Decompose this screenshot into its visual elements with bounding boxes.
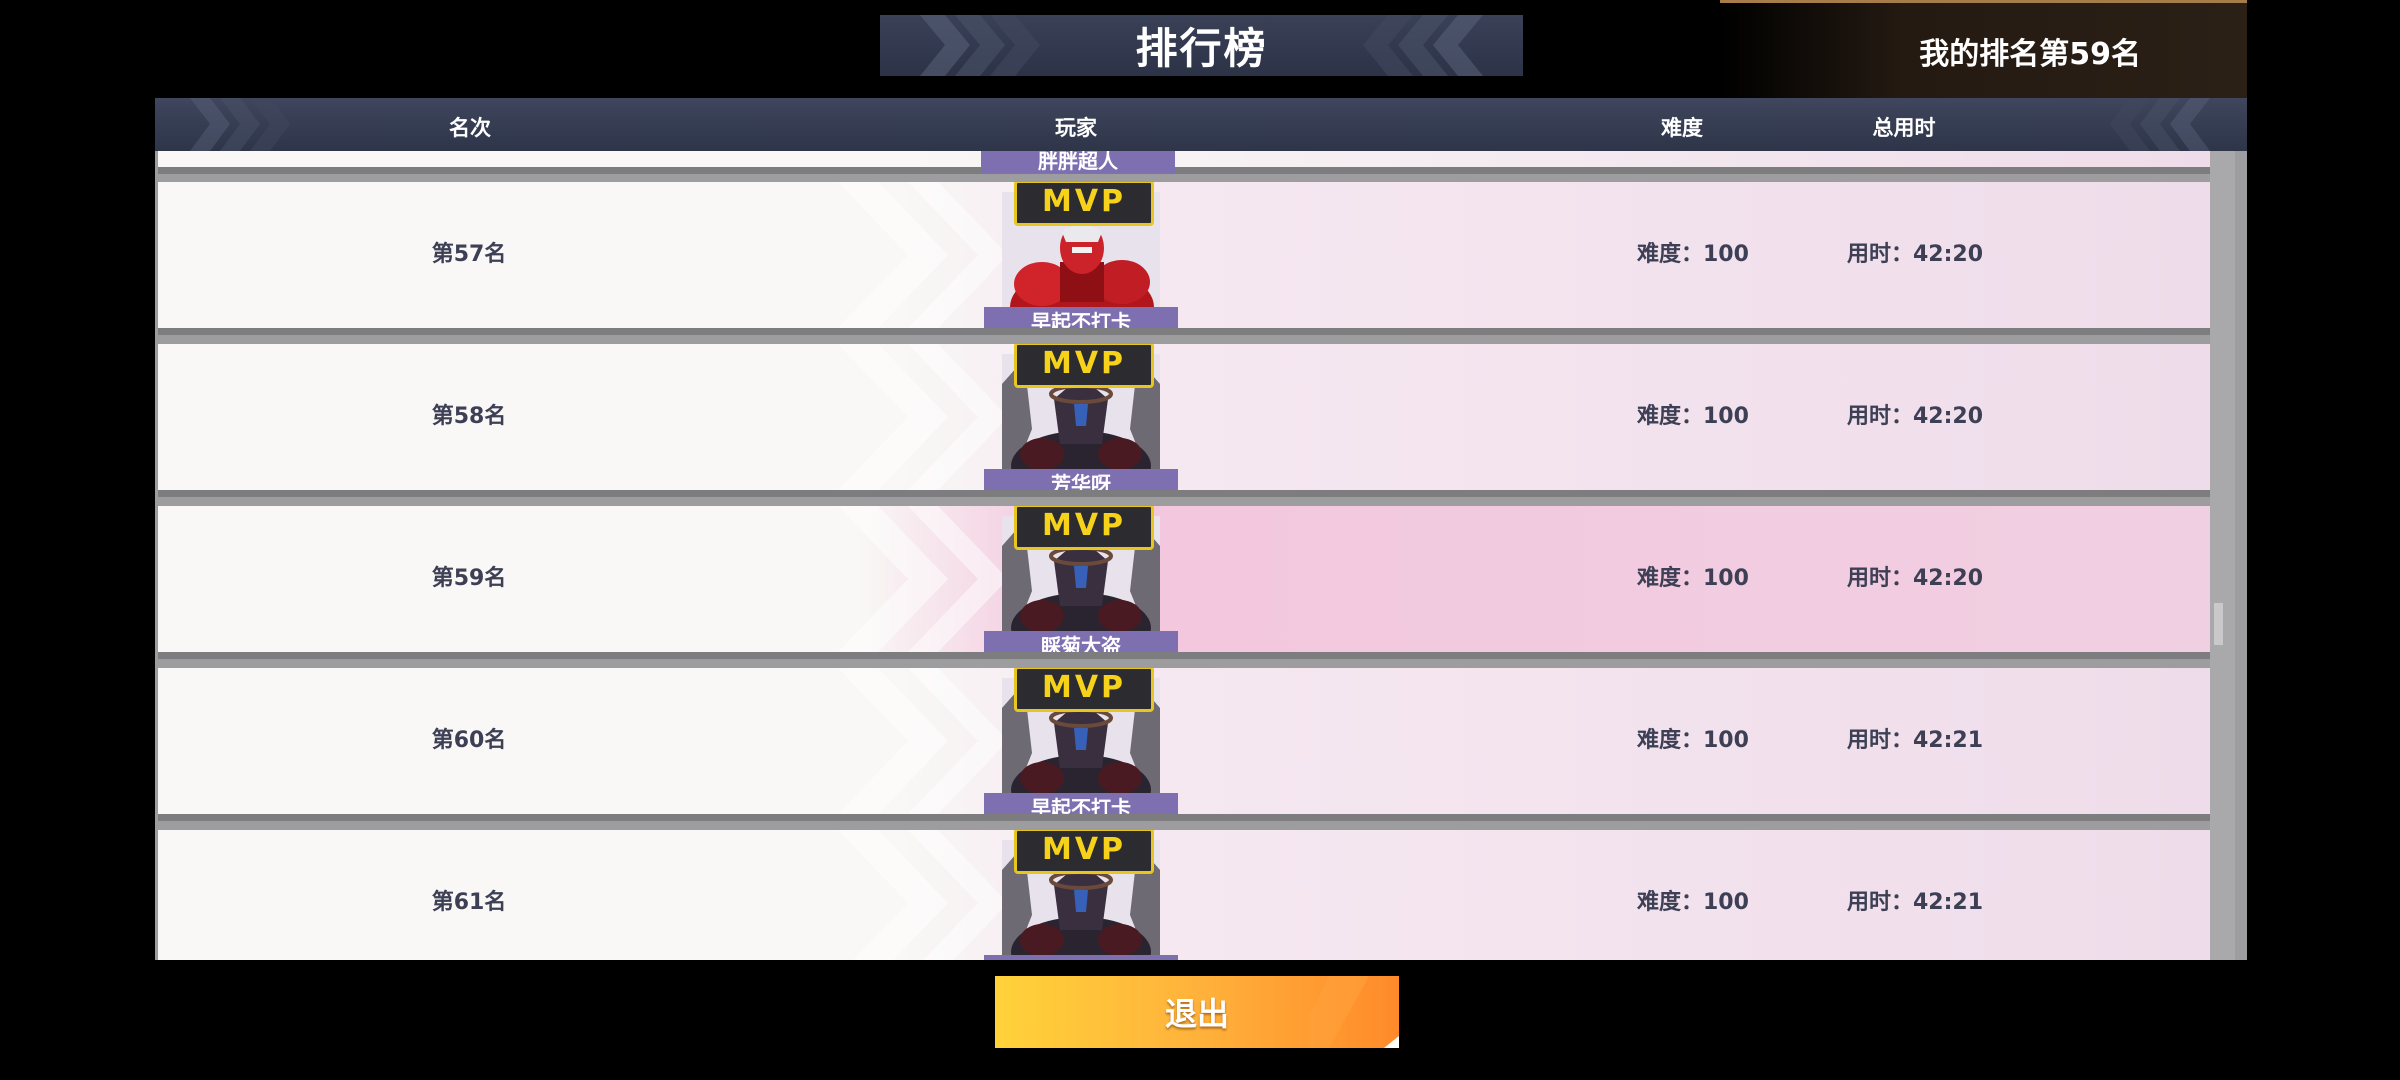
- chevron-decoration-icon: [1363, 15, 1483, 76]
- time-cell: 用时：42:20: [1847, 566, 1984, 591]
- difficulty-cell: 难度：100: [1637, 404, 1749, 429]
- scrollbar-thumb[interactable]: [2214, 603, 2223, 645]
- player-name: 胖胖超人: [981, 151, 1175, 173]
- mvp-badge: MVP: [1014, 830, 1154, 874]
- player-name: [984, 955, 1178, 960]
- difficulty-cell: 难度：100: [1637, 566, 1749, 591]
- column-header-total-time: 总用时: [1872, 116, 1936, 140]
- time-cell: 用时：42:21: [1847, 728, 1984, 753]
- table-row[interactable]: 第60名 MVP 早起不打卡 难度：100 用时：42:21: [158, 668, 2215, 814]
- rank-cell: 第58名: [431, 404, 507, 429]
- column-header-player: 玩家: [1055, 116, 1097, 140]
- rank-cell: 第60名: [431, 728, 507, 753]
- player-name: 芳华呀: [984, 469, 1178, 490]
- chevron-decoration-icon: [190, 98, 290, 151]
- game-screen: 排行榜 我的排名第59名 名次 玩家 难度 总用时 胖胖超人 第57名 MVP …: [0, 0, 2400, 1080]
- time-cell: 用时：42:20: [1847, 404, 1984, 429]
- exit-button[interactable]: 退出: [995, 976, 1399, 1048]
- title-banner: 排行榜: [880, 15, 1523, 76]
- player-name: 早起不打卡: [984, 793, 1178, 814]
- mvp-badge: MVP: [1014, 506, 1154, 550]
- exit-button-label: 退出: [1164, 995, 1229, 1033]
- column-header-rank: 名次: [449, 116, 491, 140]
- player-cell[interactable]: MVP 早起不打卡: [984, 668, 1178, 814]
- difficulty-cell: 难度：100: [1637, 728, 1749, 753]
- mvp-badge: MVP: [1014, 668, 1154, 712]
- table-row: [158, 151, 2215, 167]
- mvp-badge: MVP: [1014, 182, 1154, 226]
- table-row-my-rank[interactable]: 第59名 MVP 睬菊大盗 难度：100 用时：42:20: [158, 506, 2215, 652]
- my-rank-text: 我的排名第59名: [1919, 36, 2141, 72]
- leaderboard-list[interactable]: 胖胖超人 第57名 MVP 早起不打卡 难度：100 用时：42:20 第58名…: [155, 151, 2247, 960]
- rank-cell: 第59名: [431, 566, 507, 591]
- time-cell: 用时：42:20: [1847, 242, 1984, 267]
- difficulty-cell: 难度：100: [1637, 890, 1749, 915]
- leaderboard: 名次 玩家 难度 总用时 胖胖超人 第57名 MVP 早起不打卡 难度：100 …: [155, 98, 2247, 960]
- player-cell[interactable]: MVP 睬菊大盗: [984, 506, 1178, 652]
- player-cell[interactable]: MVP 芳华呀: [984, 344, 1178, 490]
- table-row[interactable]: 第58名 MVP 芳华呀 难度：100 用时：42:20: [158, 344, 2215, 490]
- table-row[interactable]: 第57名 MVP 早起不打卡 难度：100 用时：42:20: [158, 182, 2215, 328]
- player-cell[interactable]: MVP: [984, 830, 1178, 960]
- time-cell: 用时：42:21: [1847, 890, 1984, 915]
- column-header-difficulty: 难度: [1661, 116, 1703, 140]
- difficulty-cell: 难度：100: [1637, 242, 1749, 267]
- rank-cell: 第61名: [431, 890, 507, 915]
- table-row[interactable]: 第61名 MVP 难度：100 用时：42:21: [158, 830, 2215, 960]
- player-cell[interactable]: MVP 早起不打卡: [984, 182, 1178, 328]
- player-name: 早起不打卡: [984, 307, 1178, 328]
- chevron-decoration-icon: [2110, 98, 2210, 151]
- rank-cell: 第57名: [431, 242, 507, 267]
- table-header: 名次 玩家 难度 总用时: [155, 98, 2247, 151]
- my-rank-panel: 我的排名第59名: [1720, 0, 2247, 98]
- chevron-decoration-icon: [920, 15, 1040, 76]
- page-title: 排行榜: [1135, 24, 1268, 73]
- mvp-badge: MVP: [1014, 344, 1154, 388]
- stripe-decoration-icon: [1309, 976, 1399, 1048]
- scrollbar[interactable]: [2210, 151, 2235, 960]
- player-name: 睬菊大盗: [984, 631, 1178, 652]
